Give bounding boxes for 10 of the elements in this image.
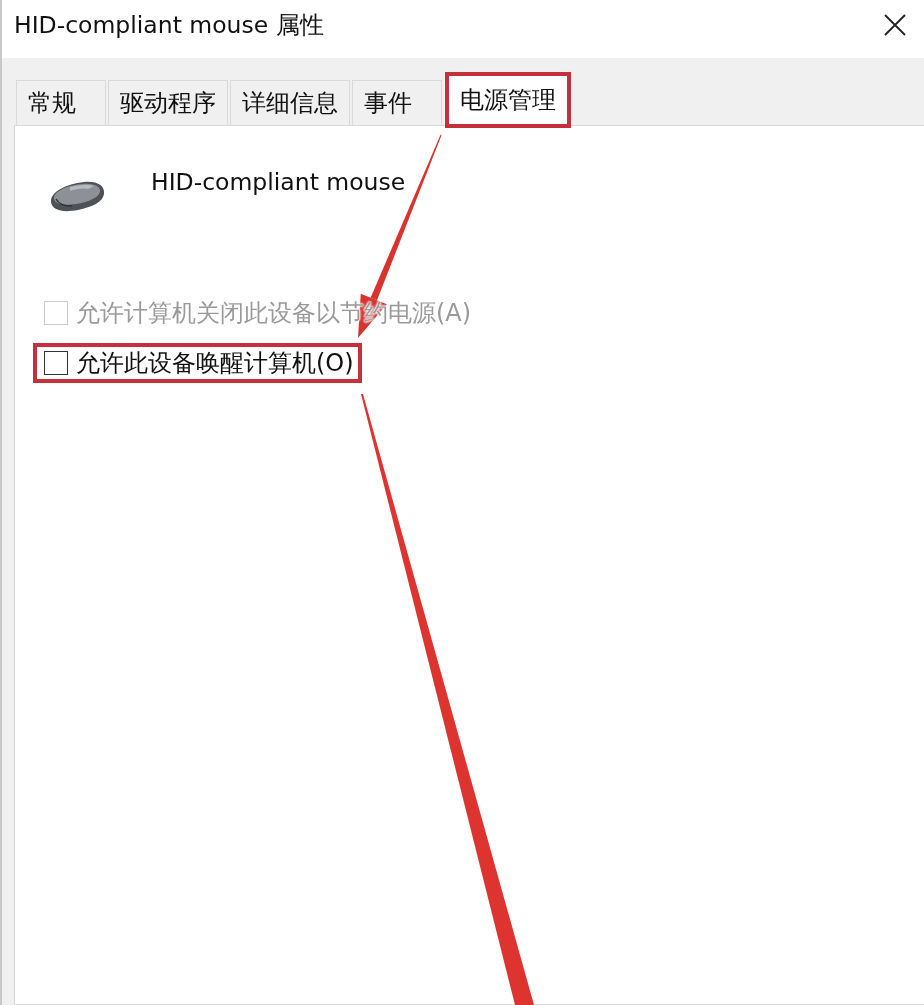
tab[interactable]: 驱动程序 — [108, 80, 228, 125]
close-icon[interactable] — [884, 14, 906, 36]
checkbox[interactable] — [44, 351, 68, 375]
window-title: HID-compliant mouse 属性 — [14, 11, 324, 39]
device-name: HID-compliant mouse — [151, 168, 406, 196]
tab[interactable]: 详细信息 — [230, 80, 350, 125]
checkbox-label: 允许此设备唤醒计算机(O) — [76, 349, 354, 377]
tab[interactable]: 电源管理 — [445, 72, 571, 128]
tab[interactable]: 常规 — [16, 80, 106, 125]
tab[interactable]: 事件 — [352, 80, 442, 125]
